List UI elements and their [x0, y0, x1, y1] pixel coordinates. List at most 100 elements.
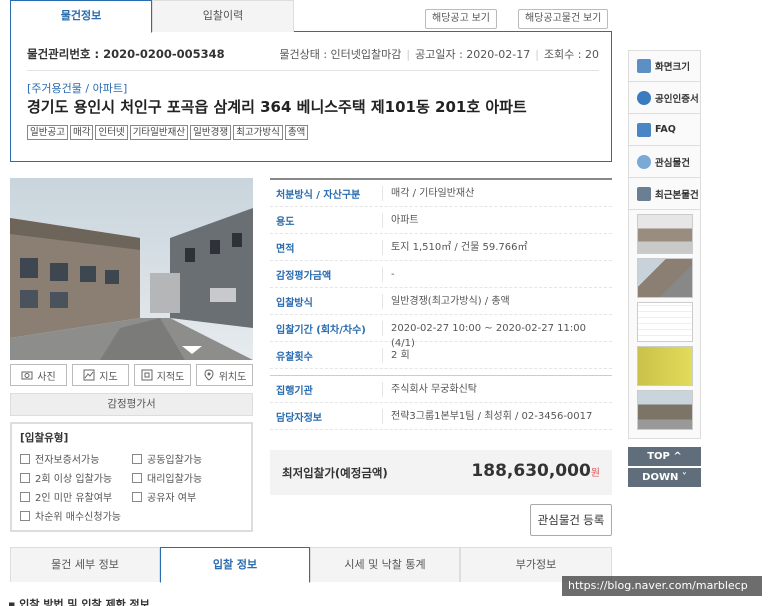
checkbox-label: 공유자 여부	[147, 493, 197, 504]
status-text: 물건상태 : 인터넷입찰마감	[279, 48, 402, 61]
scroll-down-button[interactable]: DOWN ˅	[628, 468, 701, 487]
bid-type-panel: [입찰유형] 전자보증서가능 공동입찰가능 2회 이상 입찰가능 대리입찰가능 …	[10, 422, 253, 532]
checkbox-joint-bid[interactable]: 공동입찰가능	[132, 451, 244, 466]
tab-item-details[interactable]: 물건 세부 정보	[10, 547, 160, 582]
tag: 일반경쟁	[190, 125, 232, 140]
view-notice-button[interactable]: 해당공고 보기	[425, 9, 497, 29]
tag: 매각	[69, 125, 94, 140]
management-number: 물건관리번호 : 2020-0200-005348	[27, 47, 225, 61]
min-price-label: 최저입찰가(예정금액)	[282, 466, 388, 480]
detail-row: 유찰횟수 2 회	[270, 342, 612, 369]
screen-size-button[interactable]: 화면크기	[628, 50, 701, 82]
section-heading: ▪ 입찰 방법 및 입찰 제한 정보	[8, 596, 150, 606]
detail-row: 입찰방식 일반경쟁(최고가방식) / 총액	[270, 288, 612, 315]
recent-thumbnail[interactable]	[637, 302, 693, 342]
location-map-button[interactable]: 위치도	[196, 364, 253, 386]
tab-property-info[interactable]: 물건정보	[10, 0, 152, 33]
checkbox-label: 2인 미만 유찰여부	[35, 493, 113, 504]
checkbox-label: 2회 이상 입찰가능	[35, 474, 113, 485]
faq-button[interactable]: FAQ	[628, 114, 701, 146]
appraisal-report-button[interactable]: 감정평가서	[10, 393, 253, 416]
recent-thumbnail[interactable]	[637, 214, 693, 254]
tag: 일반공고	[27, 125, 68, 140]
cadastral-label: 지적도	[156, 371, 185, 383]
detail-row: 담당자정보 전략3그룹1본부1팀 / 최성휘 / 02-3456-0017	[270, 403, 612, 430]
tab-market-stats[interactable]: 시세 및 낙찰 통계	[310, 547, 460, 582]
detail-table: 처분방식 / 자산구분 매각 / 기타일반재산 용도 아파트 면적 토지 1,510㎡…	[270, 178, 612, 430]
photo-button[interactable]: 사진	[10, 364, 67, 386]
tab-bid-history[interactable]: 입찰이력	[152, 0, 294, 32]
min-price-value: 188,630,000원	[471, 461, 600, 481]
detail-key: 감정평가금액	[276, 270, 332, 282]
certificate-button[interactable]: 공인인증서	[628, 82, 701, 114]
detail-row: 면적 토지 1,510㎡ / 건물 59.766㎡	[270, 234, 612, 261]
detail-row: 집행기관 주식회사 무궁화신탁	[270, 376, 612, 403]
photo-label: 사진	[37, 371, 56, 383]
checkbox-co-owner[interactable]: 공유자 여부	[132, 489, 244, 504]
map-button[interactable]: 지도	[72, 364, 129, 386]
quick-label: 화면크기	[655, 62, 690, 73]
checkbox-label: 차순위 매수신청가능	[35, 512, 121, 523]
checkbox-next-bidder[interactable]: 차순위 매수신청가능	[20, 508, 132, 523]
faq-icon	[637, 122, 651, 137]
checkbox-proxy-bid[interactable]: 대리입찰가능	[132, 470, 244, 485]
recent-thumbnail[interactable]	[637, 390, 693, 430]
checkbox-multiple-bids[interactable]: 2회 이상 입찰가능	[20, 470, 132, 485]
checkbox[interactable]	[132, 453, 142, 464]
detail-value: 일반경쟁(최고가방식) / 총액	[382, 293, 612, 309]
tab-bid-info[interactable]: 입찰 정보	[160, 547, 310, 583]
recent-thumbnails	[628, 210, 701, 439]
recent-items-button[interactable]: 최근본물건	[628, 178, 701, 210]
add-wishlist-button[interactable]: 관심물건 등록	[530, 504, 612, 536]
scroll-buttons: TOP ^ DOWN ˅	[628, 447, 701, 489]
divider	[27, 70, 599, 71]
cadastral-map-button[interactable]: 지적도	[134, 364, 191, 386]
tag: 총액	[284, 125, 309, 140]
tag: 최고가방식	[233, 125, 283, 140]
recent-thumbnail[interactable]	[637, 258, 693, 298]
detail-value: 전략3그룹1본부1팀 / 최성휘 / 02-3456-0017	[382, 408, 612, 424]
quick-label: 관심물건	[655, 157, 690, 169]
view-notice-items-button[interactable]: 해당공고물건 보기	[518, 9, 609, 29]
recent-icon	[637, 186, 651, 201]
detail-key: 면적	[276, 243, 295, 255]
detail-key: 집행기관	[276, 385, 313, 397]
wishlist-button[interactable]: 관심물건	[628, 146, 701, 178]
recent-thumbnail[interactable]	[637, 346, 693, 386]
scroll-top-button[interactable]: TOP ^	[628, 447, 701, 466]
checkbox[interactable]	[132, 472, 142, 483]
camera-icon	[21, 371, 33, 380]
detail-row: 감정평가금액 -	[270, 261, 612, 288]
detail-value: 2 회	[382, 347, 612, 363]
property-summary: 물건관리번호 : 2020-0200-005348 물건상태 : 인터넷입찰마감…	[10, 32, 612, 162]
detail-value: 2020-02-27 10:00 ~ 2020-02-27 11:00 (4/1…	[382, 320, 612, 349]
quick-label: 최근본물건	[655, 189, 699, 201]
detail-value: 아파트	[382, 212, 612, 228]
property-title: 경기도 용인시 처인구 포곡읍 삼계리 364 베니스주택 제101동 201호…	[27, 98, 527, 116]
checkbox-e-guarantee[interactable]: 전자보증서가능	[20, 451, 132, 466]
min-bid-price: 최저입찰가(예정금액) 188,630,000원	[270, 450, 612, 495]
photo-nav: 사진 지도 지적도 위치도	[10, 360, 253, 390]
checkbox[interactable]	[20, 472, 30, 483]
property-photo[interactable]	[10, 178, 253, 360]
quick-label: FAQ	[655, 124, 676, 135]
price-unit: 원	[590, 468, 600, 479]
checkbox-under-two[interactable]: 2인 미만 유찰여부	[20, 489, 132, 504]
top-tab-bar: 물건정보 입찰이력 해당공고 보기 해당공고물건 보기	[10, 0, 612, 33]
checkbox[interactable]	[20, 453, 30, 464]
street-view-image	[10, 178, 253, 360]
cadastral-icon	[141, 369, 153, 381]
heart-icon	[637, 154, 651, 169]
quick-label: 공인인증서	[655, 93, 699, 105]
detail-key: 입찰기간 (회차/차수)	[276, 324, 366, 336]
checkbox[interactable]	[20, 491, 30, 502]
detail-value: -	[382, 266, 612, 282]
checkbox[interactable]	[132, 491, 142, 502]
checkbox[interactable]	[20, 510, 30, 521]
bottom-tab-bar: 물건 세부 정보 입찰 정보 시세 및 낙찰 통계 부가정보	[10, 547, 612, 583]
detail-value: 매각 / 기타일반재산	[382, 185, 612, 201]
detail-key: 처분방식 / 자산구분	[276, 189, 361, 201]
text-size-icon	[637, 59, 651, 73]
property-category: [주거용건물 / 아파트]	[27, 82, 128, 95]
checkbox-label: 공동입찰가능	[147, 455, 203, 466]
